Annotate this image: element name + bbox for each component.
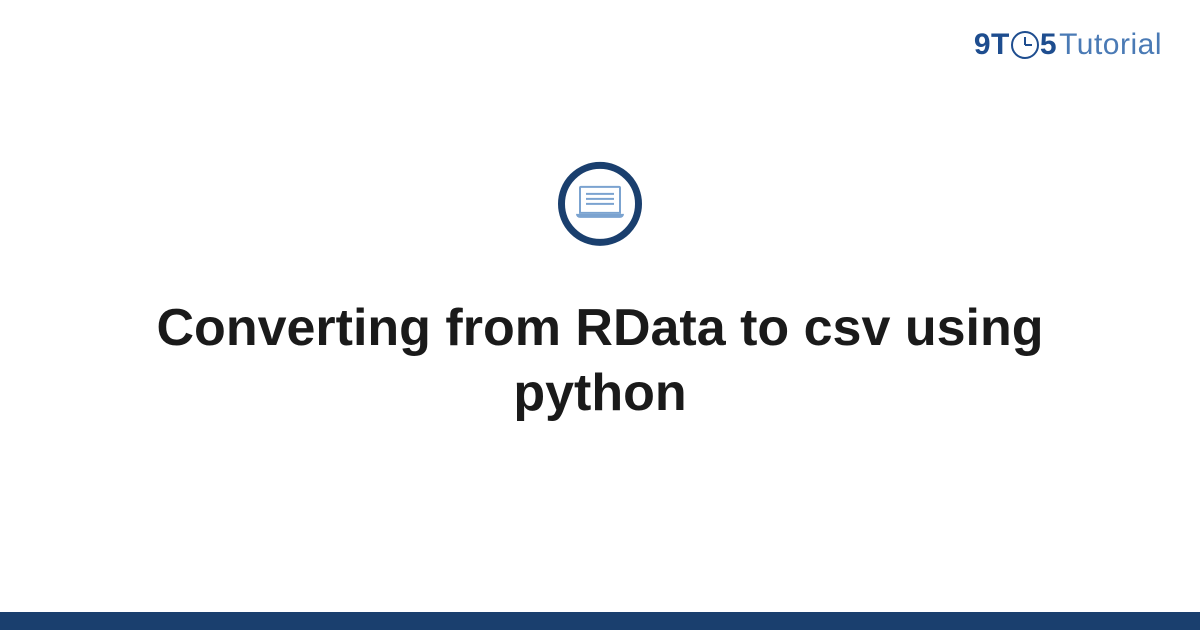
laptop-screen bbox=[579, 186, 621, 214]
laptop-base bbox=[576, 214, 624, 218]
clock-icon bbox=[1011, 31, 1039, 59]
logo-text-9t: 9T bbox=[974, 28, 1010, 62]
laptop-icon bbox=[576, 186, 624, 222]
main-content: Converting from RData to csv using pytho… bbox=[0, 162, 1200, 426]
footer-bar bbox=[0, 612, 1200, 630]
logo-text-tutorial: Tutorial bbox=[1059, 28, 1162, 62]
laptop-icon-circle bbox=[558, 162, 642, 246]
logo-text-5: 5 bbox=[1040, 28, 1057, 62]
page-title: Converting from RData to csv using pytho… bbox=[150, 296, 1050, 426]
site-logo: 9T 5 Tutorial bbox=[974, 28, 1162, 62]
